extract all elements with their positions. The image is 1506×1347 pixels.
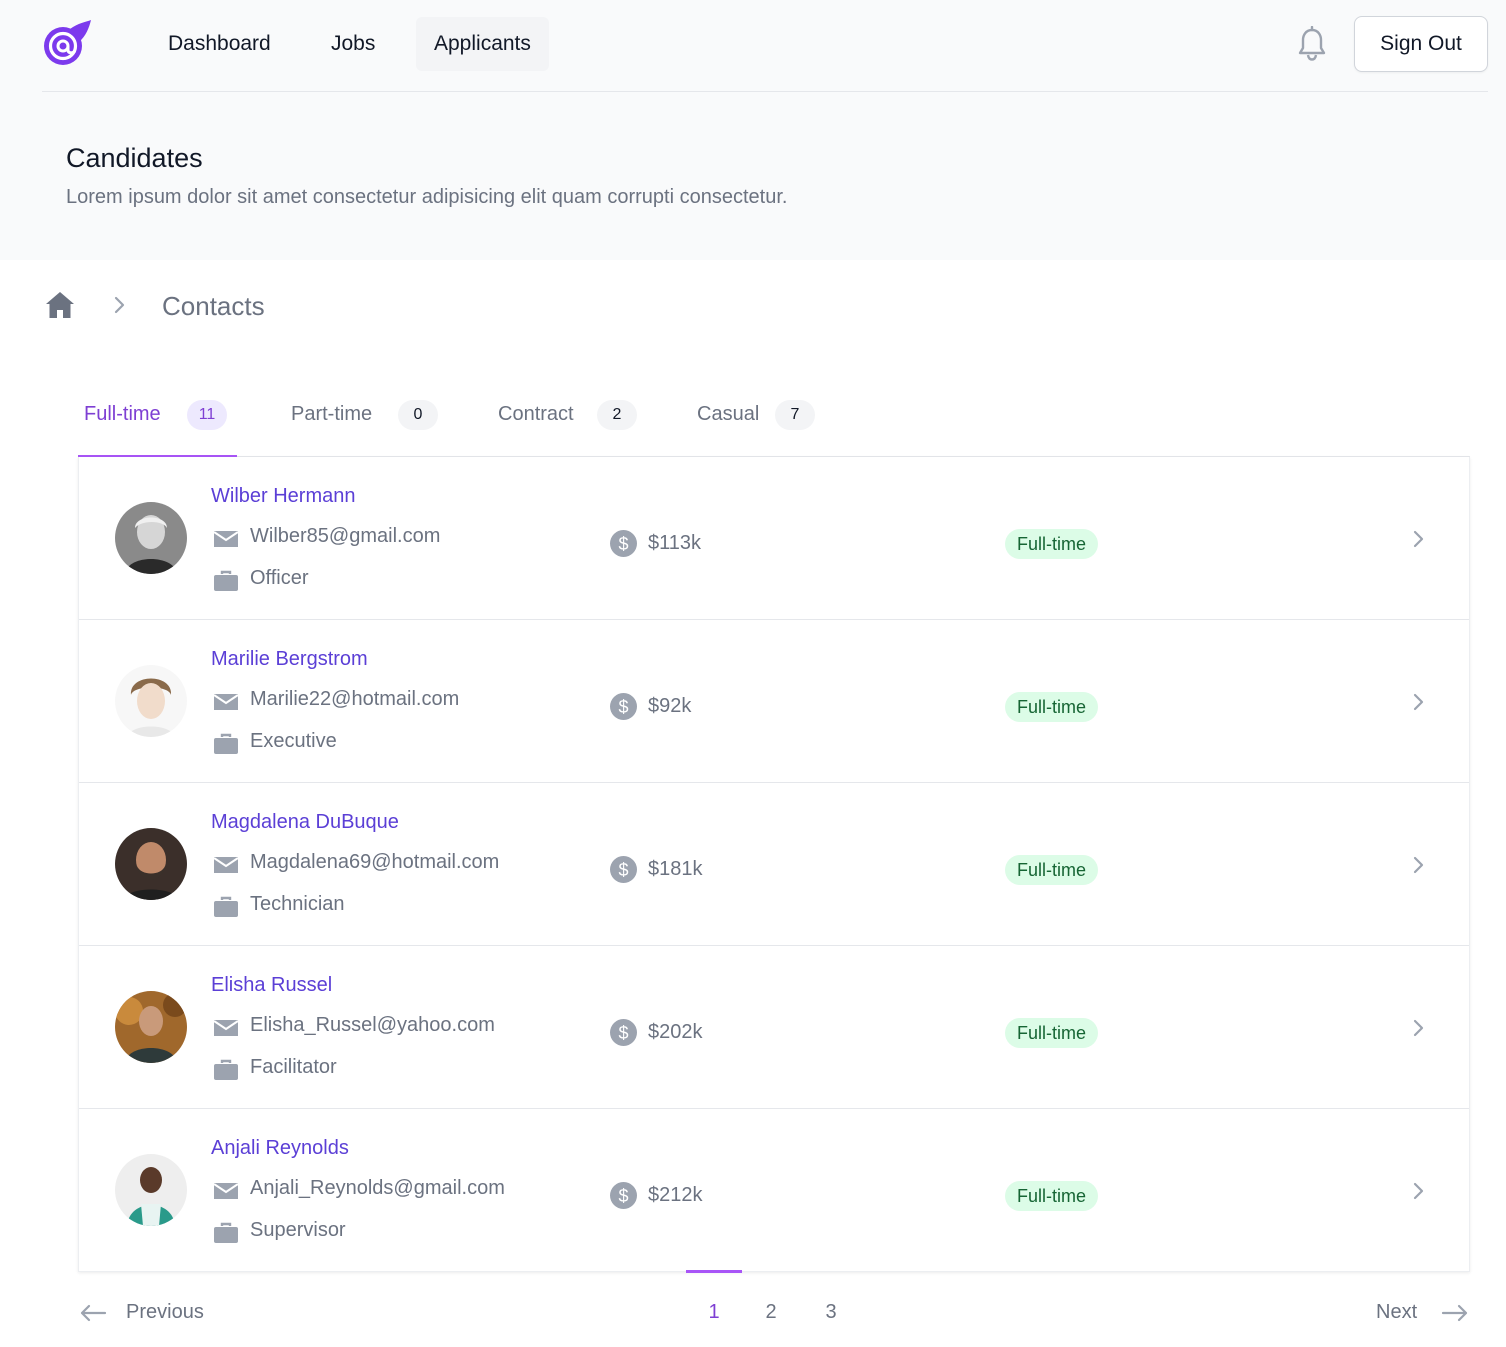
candidate-email: Marilie22@hotmail.com	[250, 688, 460, 710]
avatar	[115, 502, 187, 574]
avatar	[115, 991, 187, 1063]
tabs: Full-time 11 Part-time 0 Contract 2 Casu…	[78, 384, 1470, 458]
candidate-row[interactable]: Marilie Bergstrom Marilie22@hotmail.com …	[79, 620, 1469, 783]
candidate-email: Anjali_Reynolds@gmail.com	[250, 1177, 505, 1199]
candidate-row[interactable]: Anjali Reynolds Anjali_Reynolds@gmail.co…	[79, 1109, 1469, 1272]
page-2-button[interactable]: 2	[743, 1270, 799, 1330]
candidate-email: Wilber85@gmail.com	[250, 525, 441, 547]
status-badge: Full-time	[1005, 1181, 1099, 1211]
status-badge: Full-time	[1005, 1018, 1099, 1048]
status-badge: Full-time	[1005, 529, 1099, 559]
bell-icon[interactable]	[1296, 26, 1328, 62]
tab-count-badge: 7	[775, 400, 815, 430]
tab-count-badge: 0	[398, 400, 438, 430]
dollar-circle-icon: $	[610, 530, 637, 557]
avatar	[115, 1154, 187, 1226]
chevron-right-icon[interactable]	[1407, 527, 1429, 551]
candidate-role: Facilitator	[250, 1056, 337, 1078]
dollar-circle-icon: $	[610, 1019, 637, 1046]
candidate-name[interactable]: Elisha Russel	[211, 974, 332, 997]
tab-count-badge: 11	[187, 400, 227, 430]
previous-label: Previous	[126, 1301, 204, 1323]
envelope-icon	[213, 1020, 239, 1036]
envelope-icon	[213, 1183, 239, 1199]
page-subtitle: Lorem ipsum dolor sit amet consectetur a…	[66, 186, 788, 208]
candidate-row[interactable]: Wilber Hermann Wilber85@gmail.com Office…	[79, 457, 1469, 620]
nav-applicants[interactable]: Applicants	[416, 17, 549, 71]
nav-dashboard[interactable]: Dashboard	[150, 17, 289, 71]
candidate-name[interactable]: Anjali Reynolds	[211, 1137, 349, 1160]
candidate-name[interactable]: Marilie Bergstrom	[211, 648, 368, 671]
avatar	[115, 665, 187, 737]
envelope-icon	[213, 694, 239, 710]
breadcrumb-current[interactable]: Contacts	[162, 291, 265, 322]
briefcase-icon	[214, 1059, 238, 1080]
candidate-role: Supervisor	[250, 1219, 346, 1241]
tab-casual[interactable]: Casual 7	[691, 384, 821, 457]
top-nav: Dashboard Jobs Applicants Sign Out	[42, 0, 1488, 92]
avatar	[115, 828, 187, 900]
tab-full-time[interactable]: Full-time 11	[78, 384, 237, 458]
nav-jobs[interactable]: Jobs	[313, 17, 393, 71]
dollar-circle-icon: $	[610, 856, 637, 883]
tab-contract[interactable]: Contract 2	[492, 384, 642, 457]
candidate-salary: $181k	[648, 858, 703, 880]
next-label: Next	[1376, 1301, 1418, 1323]
candidate-row[interactable]: Elisha Russel Elisha_Russel@yahoo.com Fa…	[79, 946, 1469, 1109]
candidate-row[interactable]: Magdalena DuBuque Magdalena69@hotmail.co…	[79, 783, 1469, 946]
svg-text:$: $	[618, 1186, 628, 1206]
status-badge: Full-time	[1005, 692, 1099, 722]
dollar-circle-icon: $	[610, 1182, 637, 1209]
svg-text:$: $	[618, 697, 628, 717]
svg-text:$: $	[618, 860, 628, 880]
status-badge: Full-time	[1005, 855, 1099, 885]
chevron-right-icon	[114, 296, 125, 314]
page-3-button[interactable]: 3	[803, 1270, 859, 1330]
at-sign-logo[interactable]	[42, 20, 92, 68]
candidate-role: Executive	[250, 730, 337, 752]
briefcase-icon	[214, 570, 238, 591]
sign-out-button[interactable]: Sign Out	[1354, 16, 1488, 72]
candidate-salary: $212k	[648, 1184, 703, 1206]
candidate-salary: $92k	[648, 695, 692, 717]
chevron-right-icon[interactable]	[1407, 853, 1429, 877]
svg-text:$: $	[618, 534, 628, 554]
arrow-left-icon	[80, 1304, 107, 1322]
briefcase-icon	[214, 733, 238, 754]
envelope-icon	[213, 531, 239, 547]
briefcase-icon	[214, 896, 238, 917]
tab-label: Casual	[697, 403, 760, 425]
envelope-icon	[213, 857, 239, 873]
tab-label: Part-time	[291, 403, 373, 425]
page-title: Candidates	[66, 143, 203, 173]
svg-text:$: $	[618, 1023, 628, 1043]
candidate-name[interactable]: Wilber Hermann	[211, 485, 355, 508]
tab-label: Contract	[498, 403, 574, 425]
home-icon[interactable]	[44, 289, 76, 321]
candidate-role: Officer	[250, 567, 309, 589]
next-page-button[interactable]: Next	[1376, 1298, 1470, 1330]
candidate-salary: $202k	[648, 1021, 703, 1043]
chevron-right-icon[interactable]	[1407, 1179, 1429, 1203]
chevron-right-icon[interactable]	[1407, 1016, 1429, 1040]
chevron-right-icon[interactable]	[1407, 690, 1429, 714]
candidate-list: Wilber Hermann Wilber85@gmail.com Office…	[78, 457, 1470, 1272]
candidate-name[interactable]: Magdalena DuBuque	[211, 811, 399, 834]
tab-part-time[interactable]: Part-time 0	[285, 384, 440, 457]
tab-label: Full-time	[84, 403, 161, 425]
dollar-circle-icon: $	[610, 693, 637, 720]
candidate-email: Elisha_Russel@yahoo.com	[250, 1014, 495, 1036]
page-1-button[interactable]: 1	[686, 1270, 742, 1330]
briefcase-icon	[214, 1222, 238, 1243]
candidate-salary: $113k	[648, 532, 702, 554]
candidate-role: Technician	[250, 893, 345, 915]
arrow-right-icon	[1441, 1304, 1468, 1322]
tab-count-badge: 2	[597, 400, 637, 430]
candidate-email: Magdalena69@hotmail.com	[250, 851, 500, 873]
